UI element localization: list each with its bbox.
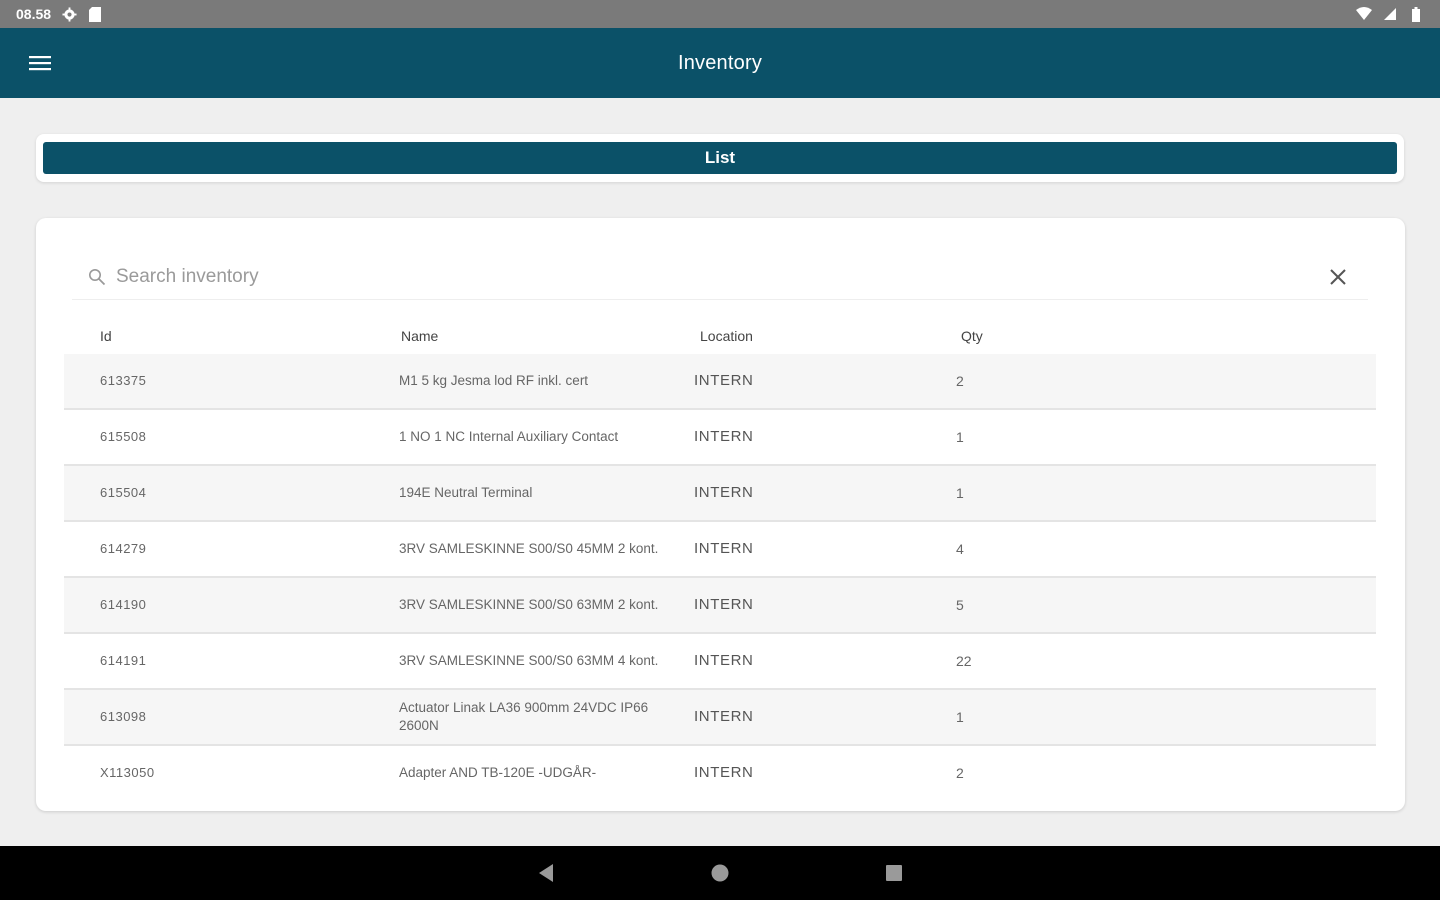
cell-name: 3RV SAMLESKINNE S00/S0 63MM 2 kont. bbox=[399, 597, 659, 612]
table-row[interactable]: 614279 3RV SAMLESKINNE S00/S0 45MM 2 kon… bbox=[64, 522, 1376, 578]
table-row[interactable]: 615508 1 NO 1 NC Internal Auxiliary Cont… bbox=[64, 410, 1376, 466]
status-right bbox=[1356, 6, 1424, 22]
signal-icon bbox=[1382, 6, 1398, 22]
cell-location: INTERN bbox=[694, 652, 754, 669]
cell-qty: 1 bbox=[956, 709, 964, 725]
cell-id: 615504 bbox=[100, 485, 147, 500]
cell-location: INTERN bbox=[694, 484, 754, 501]
column-header-qty[interactable]: Qty bbox=[961, 328, 983, 344]
cell-qty: 1 bbox=[956, 429, 964, 445]
list-button-card: List bbox=[36, 134, 1404, 182]
close-icon[interactable] bbox=[1324, 263, 1352, 291]
hamburger-menu-icon[interactable] bbox=[24, 47, 56, 79]
column-header-name[interactable]: Name bbox=[401, 328, 438, 344]
column-header-location[interactable]: Location bbox=[700, 328, 753, 344]
sd-card-icon bbox=[87, 6, 103, 22]
cell-location: INTERN bbox=[694, 708, 754, 725]
battery-icon bbox=[1408, 6, 1424, 22]
inventory-card: Id Name Location Qty 613375 M1 5 kg Jesm… bbox=[36, 218, 1405, 811]
cell-id: 613098 bbox=[100, 709, 147, 724]
cell-location: INTERN bbox=[694, 428, 754, 445]
cell-location: INTERN bbox=[694, 596, 754, 613]
app-bar: Inventory bbox=[0, 28, 1440, 98]
page-title: Inventory bbox=[677, 51, 763, 74]
cell-qty: 2 bbox=[956, 765, 964, 781]
cell-id: 614191 bbox=[100, 653, 147, 668]
cell-id: 615508 bbox=[100, 429, 147, 444]
cell-name: Adapter AND TB-120E -UDGÅR- bbox=[399, 765, 597, 780]
cell-qty: 1 bbox=[956, 485, 964, 501]
recents-icon[interactable] bbox=[882, 861, 906, 885]
cell-id: 614190 bbox=[100, 597, 147, 612]
status-time: 08.58 bbox=[16, 6, 52, 22]
cell-qty: 5 bbox=[956, 597, 964, 613]
cell-qty: 4 bbox=[956, 541, 964, 557]
gear-icon bbox=[61, 6, 77, 22]
table-row[interactable]: 614191 3RV SAMLESKINNE S00/S0 63MM 4 kon… bbox=[64, 634, 1376, 690]
cell-name: Actuator Linak LA36 900mm 24VDC IP66 260… bbox=[399, 700, 649, 733]
cell-name: M1 5 kg Jesma lod RF inkl. cert bbox=[399, 373, 589, 388]
search-input[interactable] bbox=[116, 265, 1324, 288]
cell-qty: 2 bbox=[956, 373, 964, 389]
table-header: Id Name Location Qty bbox=[64, 318, 1376, 354]
back-icon[interactable] bbox=[534, 861, 558, 885]
wifi-icon bbox=[1356, 6, 1372, 22]
table-row[interactable]: 615504 194E Neutral Terminal INTERN 1 bbox=[64, 466, 1376, 522]
search-icon bbox=[88, 267, 108, 287]
cell-location: INTERN bbox=[694, 372, 754, 389]
table-row[interactable]: 613098 Actuator Linak LA36 900mm 24VDC I… bbox=[64, 690, 1376, 746]
cell-name: 194E Neutral Terminal bbox=[399, 485, 533, 500]
status-bar: 08.58 bbox=[0, 0, 1440, 28]
status-left: 08.58 bbox=[16, 6, 103, 22]
home-icon[interactable] bbox=[708, 861, 732, 885]
search-bar bbox=[72, 254, 1368, 300]
table-row[interactable]: 613375 M1 5 kg Jesma lod RF inkl. cert I… bbox=[64, 354, 1376, 410]
table-row[interactable]: 614190 3RV SAMLESKINNE S00/S0 63MM 2 kon… bbox=[64, 578, 1376, 634]
cell-location: INTERN bbox=[694, 764, 754, 781]
cell-id: X113050 bbox=[100, 765, 155, 780]
list-button[interactable]: List bbox=[43, 142, 1397, 174]
cell-name: 1 NO 1 NC Internal Auxiliary Contact bbox=[399, 429, 619, 444]
column-header-id[interactable]: Id bbox=[100, 328, 112, 344]
cell-id: 613375 bbox=[100, 373, 147, 388]
cell-name: 3RV SAMLESKINNE S00/S0 63MM 4 kont. bbox=[399, 653, 659, 668]
cell-location: INTERN bbox=[694, 540, 754, 557]
cell-name: 3RV SAMLESKINNE S00/S0 45MM 2 kont. bbox=[399, 541, 659, 556]
cell-id: 614279 bbox=[100, 541, 147, 556]
system-nav-bar bbox=[0, 846, 1440, 900]
table-body: 613375 M1 5 kg Jesma lod RF inkl. cert I… bbox=[64, 354, 1376, 784]
cell-qty: 22 bbox=[956, 653, 972, 669]
table-row[interactable]: X113050 Adapter AND TB-120E -UDGÅR- INTE… bbox=[64, 746, 1376, 784]
